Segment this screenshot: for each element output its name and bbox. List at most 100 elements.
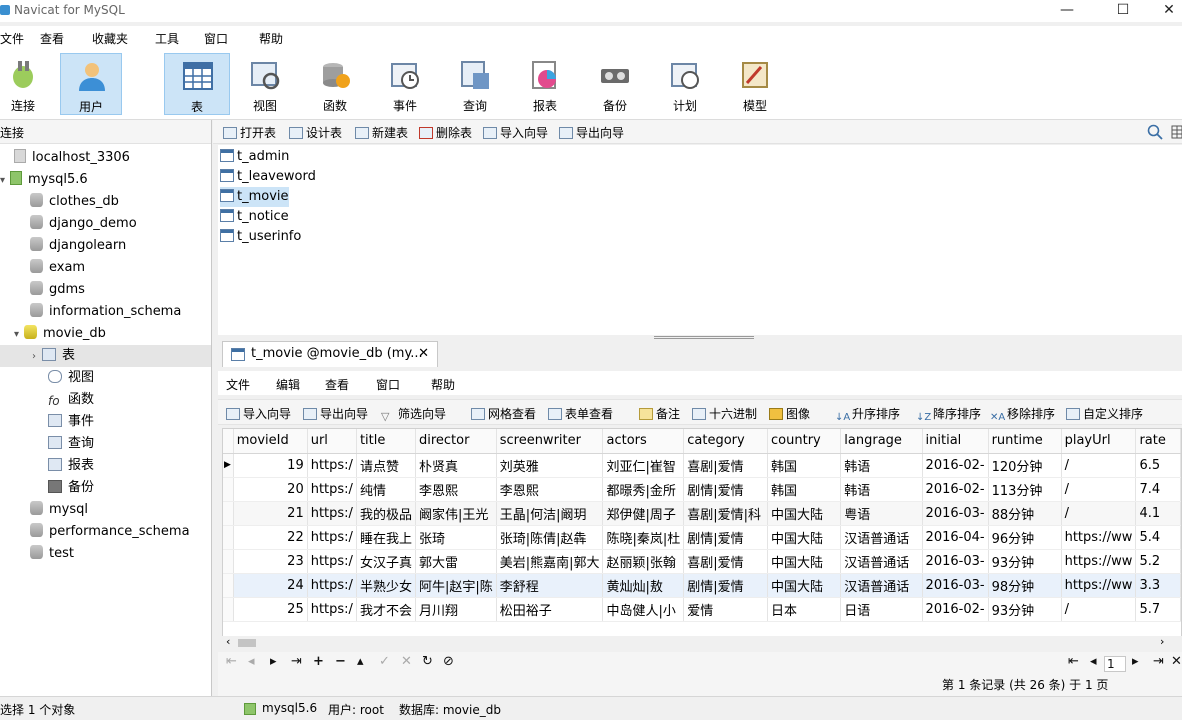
cell-rate[interactable]: 5.2 — [1135, 549, 1181, 574]
tree-item-mysql56[interactable]: ▾ mysql5.6 — [0, 169, 88, 191]
tab-t_movie[interactable]: t_movie @movie_db (my... ✕ — [222, 341, 438, 367]
cell-movieId[interactable]: 22 — [233, 525, 308, 550]
column-header-country[interactable]: country — [767, 429, 842, 454]
minimize-button[interactable]: — — [1044, 0, 1090, 22]
cell-actors[interactable]: 郑伊健|周子 — [602, 501, 685, 526]
tree-item-events[interactable]: 事件 — [48, 411, 94, 433]
first-page-icon[interactable]: ⇤ — [1068, 654, 1079, 669]
cell-actors[interactable]: 陈晓|秦岚|杜 — [602, 525, 685, 550]
tab-close-icon[interactable]: ✕ — [418, 342, 429, 366]
next-record-icon[interactable]: ▸ — [270, 654, 277, 669]
memo-button[interactable]: 备注 — [639, 405, 680, 422]
cell-langrage[interactable]: 韩语 — [840, 477, 923, 502]
column-header-screenwriter[interactable]: screenwriter — [496, 429, 604, 454]
cell-director[interactable]: 郭大雷 — [415, 549, 497, 574]
cell-langrage[interactable]: 粤语 — [840, 501, 923, 526]
cell-playUrl[interactable]: https://ww — [1061, 549, 1137, 574]
page-number-field[interactable]: 1 — [1104, 656, 1126, 672]
table-row[interactable]: 20 https:/纯情 李恩熙 李恩熙 都暻秀|金所 剧情|爱情 韩国 韩语 2016-02… — [223, 477, 1181, 502]
row-selector[interactable] — [223, 597, 234, 622]
cell-director[interactable]: 阚家伟|王光 — [415, 501, 497, 526]
tree-item-performance_schema[interactable]: performance_schema — [30, 521, 190, 543]
cell-initial[interactable]: 2016-02- — [922, 453, 989, 478]
tree-item-functions[interactable]: fo 函数 — [48, 389, 94, 411]
cell-runtime[interactable]: 98分钟 — [988, 573, 1062, 598]
cell-runtime[interactable]: 113分钟 — [988, 477, 1062, 502]
tree-item-reports[interactable]: 报表 — [48, 455, 94, 477]
tree-item-queries[interactable]: 查询 — [48, 433, 94, 455]
cell-country[interactable]: 中国大陆 — [767, 573, 842, 598]
cell-country[interactable]: 韩国 — [767, 453, 842, 478]
cell-title[interactable]: 请点赞 — [356, 453, 416, 478]
ribbon-user-button[interactable]: 用户 — [60, 53, 122, 115]
cell-screenwriter[interactable]: 刘英雅 — [496, 453, 604, 478]
cell-langrage[interactable]: 汉语普通话 — [840, 525, 923, 550]
apply-changes-icon[interactable]: ▴ — [357, 654, 364, 669]
cell-country[interactable]: 中国大陆 — [767, 549, 842, 574]
column-header-rate[interactable]: rate — [1135, 429, 1181, 454]
cell-actors[interactable]: 赵丽颖|张翰 — [602, 549, 685, 574]
ribbon-backup-button[interactable]: 备份 — [584, 53, 646, 115]
table-item-t_userinfo[interactable]: t_userinfo — [220, 227, 301, 247]
cell-category[interactable]: 剧情|爱情 — [683, 525, 769, 550]
hex-button[interactable]: 十六进制 — [692, 405, 757, 422]
cell-title[interactable]: 我的极品 — [356, 501, 416, 526]
cell-langrage[interactable]: 汉语普通话 — [840, 549, 923, 574]
cell-category[interactable]: 喜剧|爱情 — [683, 453, 769, 478]
cell-runtime[interactable]: 120分钟 — [988, 453, 1062, 478]
menu-file[interactable]: 文件 — [0, 30, 24, 47]
table-menu-window[interactable]: 窗口 — [376, 376, 400, 393]
cell-category[interactable]: 剧情|爱情 — [683, 477, 769, 502]
cell-initial[interactable]: 2016-02- — [922, 597, 989, 622]
cell-langrage[interactable]: 日语 — [840, 597, 923, 622]
export-wizard-button[interactable]: 导出向导 — [559, 124, 624, 141]
cell-initial[interactable]: 2016-02- — [922, 477, 989, 502]
cell-title[interactable]: 女汉子真 — [356, 549, 416, 574]
tree-item-django_demo[interactable]: django_demo — [30, 213, 137, 235]
cell-director[interactable]: 朴贤真 — [415, 453, 497, 478]
open-table-button[interactable]: 打开表 — [223, 124, 276, 141]
cell-initial[interactable]: 2016-03- — [922, 573, 989, 598]
column-header-actors[interactable]: actors — [602, 429, 685, 454]
cell-movieId[interactable]: 19 — [233, 453, 308, 478]
cell-rate[interactable]: 7.4 — [1135, 477, 1181, 502]
export-wizard-button[interactable]: 导出向导 — [303, 405, 368, 422]
cell-rate[interactable]: 4.1 — [1135, 501, 1181, 526]
ribbon-report-button[interactable]: 报表 — [514, 53, 576, 115]
cell-actors[interactable]: 都暻秀|金所 — [602, 477, 685, 502]
cell-title[interactable]: 我才不会 — [356, 597, 416, 622]
cell-runtime[interactable]: 93分钟 — [988, 549, 1062, 574]
cell-screenwriter[interactable]: 张琦|陈倩|赵犇 — [496, 525, 604, 550]
cell-director[interactable]: 月川翔 — [415, 597, 497, 622]
sort-descending-button[interactable]: ↓Z 降序排序 — [916, 405, 981, 424]
column-header-category[interactable]: category — [683, 429, 769, 454]
grid-view-icon[interactable] — [1171, 124, 1182, 140]
stop-icon[interactable]: ⊘ — [443, 654, 454, 669]
ribbon-connection-button[interactable]: 连接 — [0, 53, 54, 115]
cell-screenwriter[interactable]: 李恩熙 — [496, 477, 604, 502]
cell-url[interactable]: https:/ — [307, 501, 357, 526]
cell-screenwriter[interactable]: 李舒程 — [496, 573, 604, 598]
cell-actors[interactable]: 中岛健人|小 — [602, 597, 685, 622]
cell-rate[interactable]: 3.3 — [1135, 573, 1181, 598]
table-row[interactable]: 21 https:/我的极品 阚家伟|王光 王晶|何洁|阚玥 郑伊健|周子 喜剧|爱情|科… — [223, 501, 1181, 526]
column-header-director[interactable]: director — [415, 429, 497, 454]
cell-playUrl[interactable]: / — [1061, 477, 1137, 502]
tree-item-backups[interactable]: 备份 — [48, 477, 94, 499]
tree-item-djangolearn[interactable]: djangolearn — [30, 235, 126, 257]
refresh-icon[interactable]: ↻ — [422, 654, 433, 669]
cell-playUrl[interactable]: / — [1061, 597, 1137, 622]
table-menu-view[interactable]: 查看 — [325, 376, 349, 393]
cell-rate[interactable]: 5.4 — [1135, 525, 1181, 550]
cell-movieId[interactable]: 21 — [233, 501, 308, 526]
cell-initial[interactable]: 2016-04- — [922, 525, 989, 550]
splitter-grip[interactable] — [654, 336, 754, 339]
cell-actors[interactable]: 刘亚仁|崔智 — [602, 453, 685, 478]
sort-ascending-button[interactable]: ↓A 升序排序 — [835, 405, 900, 424]
cell-category[interactable]: 爱情 — [683, 597, 769, 622]
horizontal-scrollbar[interactable]: ‹ › — [222, 635, 1182, 650]
tree-item-movie_db[interactable]: ▾ movie_db — [14, 323, 106, 345]
column-header-movieId[interactable]: movieId — [233, 429, 308, 454]
cell-category[interactable]: 喜剧|爱情 — [683, 549, 769, 574]
tree-item-mysql[interactable]: mysql — [30, 499, 88, 521]
